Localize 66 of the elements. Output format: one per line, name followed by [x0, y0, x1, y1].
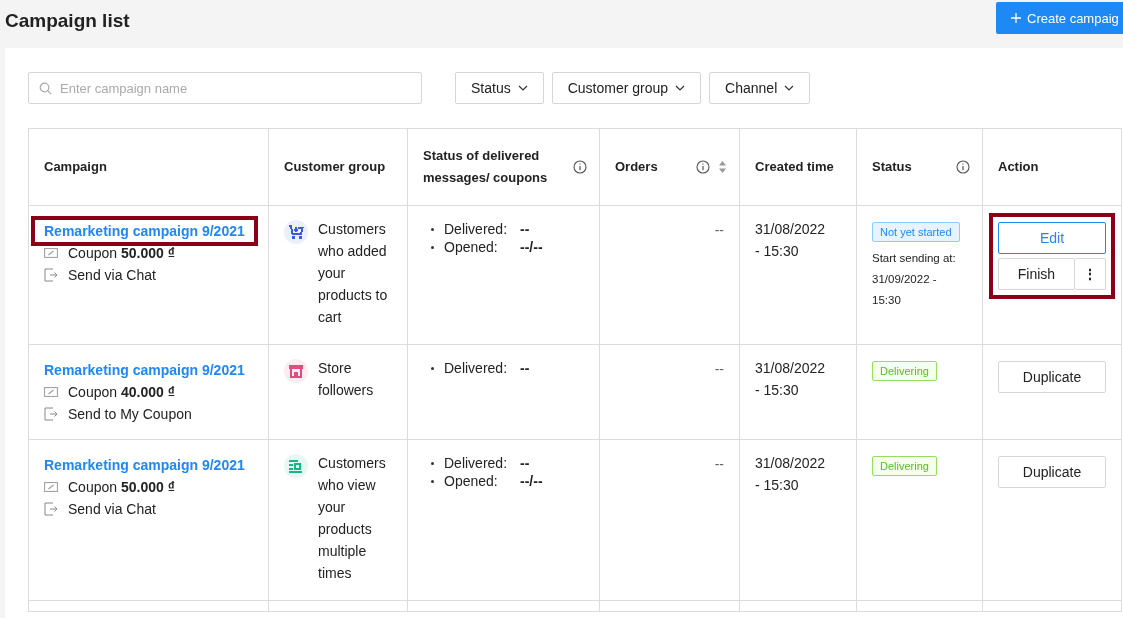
duplicate-button[interactable]: Duplicate — [998, 361, 1106, 393]
search-field[interactable]: Enter campaign name — [28, 72, 422, 104]
created-time: 31/08/2022 - 15:30 — [755, 220, 827, 261]
customer-group-text: Store followers — [318, 359, 375, 400]
column-title: Orders — [615, 158, 658, 176]
channel-text: Send via Chat — [68, 266, 156, 284]
column-title: Status of delivered messages/ coupons — [423, 147, 549, 187]
created-time: 31/08/2022 - 15:30 — [755, 359, 827, 400]
coupon-icon — [44, 481, 58, 493]
send-icon — [44, 502, 58, 516]
status-note: Start sending at: 31/09/2022 - 15:30 — [872, 251, 957, 308]
campaign-link[interactable]: Remarketing campaign 9/2021 — [31, 450, 258, 480]
orders-value: -- — [714, 456, 724, 472]
campaign-link[interactable]: Remarketing campaign 9/2021 — [31, 355, 258, 385]
stat-value: --/-- — [520, 472, 543, 491]
send-icon — [44, 268, 58, 282]
filter-dropdown[interactable]: Channel — [709, 72, 811, 104]
more-button[interactable]: ⋮ — [1075, 258, 1106, 290]
column-title: Customer group — [284, 158, 386, 176]
info-icon — [573, 160, 587, 174]
info-icon — [696, 160, 710, 174]
coupon-text: Coupon 50.000 ₫ — [68, 478, 175, 496]
created-time: 31/08/2022 - 15:30 — [755, 454, 827, 495]
stat-label: Delivered: — [444, 220, 509, 239]
stat-label: Delivered: — [444, 359, 509, 378]
status-badge: Delivering — [872, 361, 937, 381]
edit-button[interactable]: Edit — [998, 222, 1106, 254]
stat-label: Opened: — [444, 472, 499, 491]
stat-value: -- — [520, 454, 530, 473]
filter-dropdown[interactable]: Status — [455, 72, 544, 104]
duplicate-button[interactable]: Duplicate — [998, 456, 1106, 488]
column-title: Created time — [755, 158, 834, 176]
coupon-icon — [44, 386, 58, 398]
stat-value: --/-- — [520, 238, 543, 257]
page-title: Campaign list — [5, 10, 130, 32]
chevron-down-icon — [784, 85, 795, 91]
coupon-icon — [44, 247, 58, 259]
column-title: Status — [872, 158, 912, 176]
create-campaign-button[interactable]: Create campaig — [996, 2, 1123, 34]
chevron-down-icon — [675, 85, 686, 91]
orders-value: -- — [714, 222, 724, 238]
sort-icon[interactable] — [718, 160, 727, 174]
search-icon — [39, 81, 52, 95]
plus-icon — [1010, 12, 1022, 24]
stat-value: -- — [520, 359, 530, 378]
status-badge: Delivering — [872, 456, 937, 476]
column-title: Action — [998, 158, 1039, 176]
column-title: Campaign — [44, 158, 107, 176]
status-badge: Not yet started — [872, 222, 960, 242]
customer-group-text: Customers who added your products to cart — [318, 220, 389, 327]
chevron-down-icon — [517, 85, 528, 91]
customer-group-text: Customers who view your products multiple times — [318, 454, 387, 583]
orders-value: -- — [714, 361, 724, 377]
stat-label: Opened: — [444, 238, 499, 257]
campaign-link[interactable]: Remarketing campaign 9/2021 — [31, 216, 258, 246]
stat-label: Delivered: — [444, 454, 509, 473]
coupon-text: Coupon 40.000 ₫ — [68, 383, 175, 401]
info-icon — [956, 160, 970, 174]
send-icon — [44, 407, 58, 421]
filter-dropdown[interactable]: Customer group — [551, 72, 702, 104]
stat-value: -- — [520, 220, 530, 239]
channel-text: Send via Chat — [68, 500, 156, 518]
finish-button[interactable]: Finish — [998, 258, 1075, 290]
channel-text: Send to My Coupon — [68, 405, 192, 423]
column-header[interactable]: Orders — [599, 128, 740, 206]
coupon-text: Coupon 50.000 ₫ — [68, 244, 175, 262]
